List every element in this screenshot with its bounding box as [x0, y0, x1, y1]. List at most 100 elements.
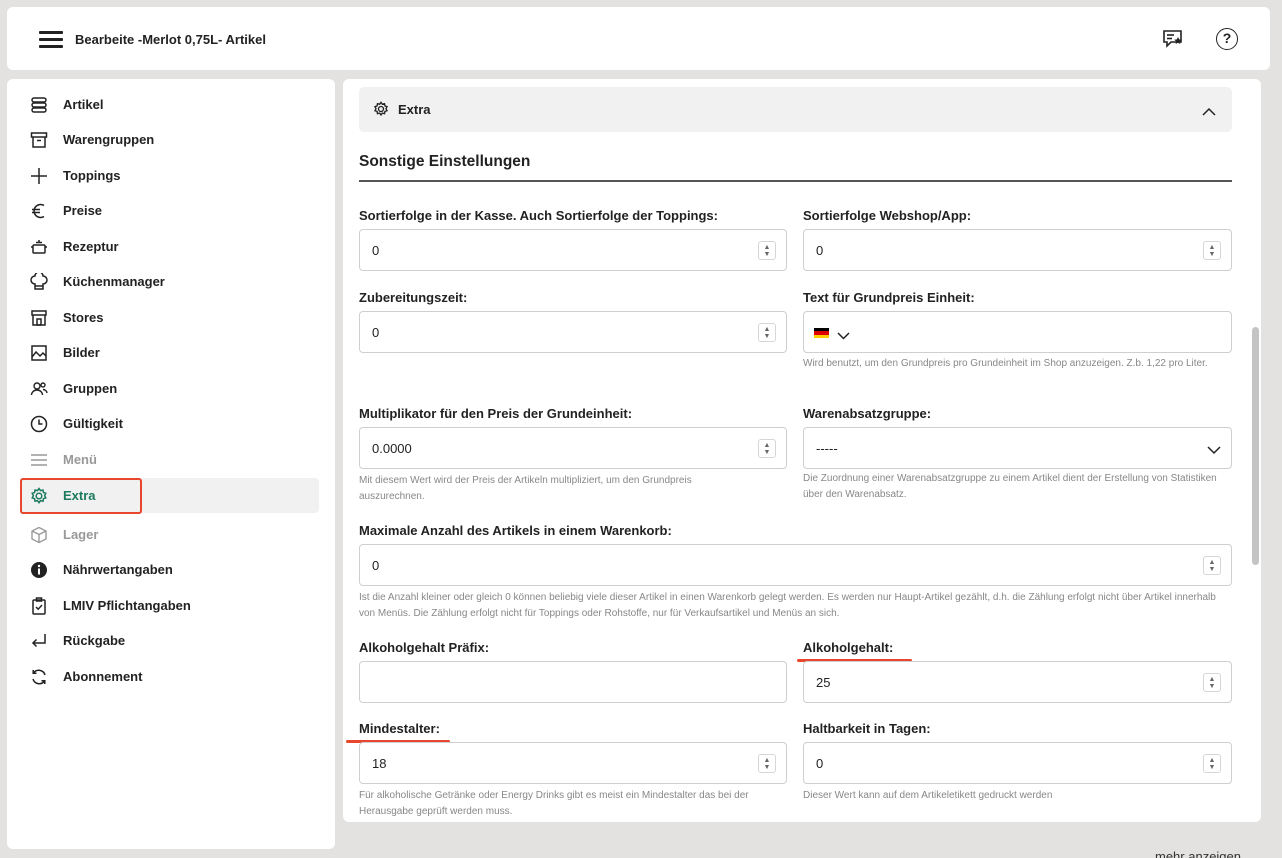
sidebar-item-artikel[interactable]: Artikel [21, 87, 319, 122]
pot-icon [30, 238, 48, 256]
field-label: Sortierfolge in der Kasse. Auch Sortierf… [359, 208, 718, 223]
sidebar-item-rezeptur[interactable]: Rezeptur [21, 229, 319, 264]
sort-pos-input[interactable]: 0 ▲ ▼ [359, 229, 787, 271]
cube-icon [30, 526, 48, 544]
sidebar-item-rueckgabe[interactable]: Rückgabe [21, 623, 319, 658]
stepper-icon[interactable]: ▲ ▼ [758, 439, 776, 458]
sidebar-item-label: Küchenmanager [63, 274, 165, 289]
feedback-icon[interactable] [1162, 28, 1184, 50]
chevron-up-icon[interactable] [1202, 104, 1216, 122]
alcohol-input[interactable]: 25 ▲ ▼ [803, 661, 1232, 703]
sidebar-item-menue[interactable]: Menü [21, 442, 319, 477]
stepper-icon[interactable]: ▲ ▼ [758, 241, 776, 260]
sidebar-item-label: Rückgabe [63, 633, 126, 648]
gear-icon [373, 101, 389, 122]
stepper-icon[interactable]: ▲ ▼ [758, 754, 776, 773]
field-value: ----- [816, 441, 838, 456]
stack-icon [30, 96, 48, 114]
sidebar-item-label: Stores [63, 310, 104, 325]
field-label: Warenabsatzgruppe: [803, 406, 932, 421]
gear-icon [30, 486, 48, 505]
sidebar-item-extra[interactable]: Extra [21, 478, 319, 513]
sidebar-item-label: Gruppen [63, 381, 118, 396]
field-label: Mindestalter: [359, 721, 440, 736]
sidebar-item-label: Preise [63, 203, 103, 218]
section-header-extra[interactable]: Extra [359, 87, 1232, 132]
prep-time-input[interactable]: 0 ▲ ▼ [359, 311, 787, 353]
sidebar: Artikel Warengruppen Toppings Preise Rez… [7, 79, 335, 849]
euro-icon [30, 202, 48, 220]
divider [359, 180, 1232, 182]
help-text: Mit diesem Wert wird der Preis der Artik… [359, 475, 692, 502]
sidebar-item-label: Lager [63, 527, 99, 542]
store-icon [30, 309, 48, 327]
field-label: Sortierfolge Webshop/App: [803, 208, 972, 223]
field-value: 0 [372, 243, 380, 258]
field-label: Maximale Anzahl des Artikels in einem Wa… [359, 523, 672, 538]
sidebar-item-label: Bilder [63, 345, 100, 360]
sidebar-item-gueltigkeit[interactable]: Gültigkeit [21, 406, 319, 441]
more-link[interactable]: mehr anzeigen [1155, 849, 1241, 858]
box-icon [30, 131, 48, 149]
content-panel: Extra Sonstige Einstellungen Sortierfolg… [343, 79, 1261, 822]
scrollbar[interactable] [1252, 327, 1259, 565]
field-label: Alkoholgehalt: [803, 640, 894, 655]
sidebar-item-label: Rezeptur [63, 239, 119, 254]
stepper-icon[interactable]: ▲ ▼ [1203, 556, 1221, 575]
chevron-down-icon[interactable] [837, 327, 850, 345]
sales-group-select[interactable]: ----- [803, 427, 1232, 469]
image-icon [30, 344, 48, 362]
stepper-icon[interactable]: ▲ ▼ [1203, 754, 1221, 773]
shelf-life-input[interactable]: 0 ▲ ▼ [803, 742, 1232, 784]
help-text: Ist die Anzahl kleiner oder gleich 0 kön… [359, 592, 1216, 619]
refresh-icon [30, 668, 48, 686]
clipboard-icon [30, 596, 48, 615]
field-value: 0 [372, 325, 380, 340]
base-unit-text-input[interactable] [803, 311, 1232, 353]
field-label: Haltbarkeit in Tagen: [803, 721, 931, 736]
return-arrow-icon [30, 632, 48, 650]
alcohol-prefix-input[interactable] [359, 661, 787, 703]
sidebar-item-lager[interactable]: Lager [21, 517, 319, 552]
users-icon [30, 380, 48, 398]
sidebar-item-bilder[interactable]: Bilder [21, 335, 319, 370]
sidebar-item-kuechenmanager[interactable]: Küchenmanager [21, 264, 319, 299]
multiplier-input[interactable]: 0.0000 ▲ ▼ [359, 427, 787, 469]
field-value: 0 [816, 756, 824, 771]
top-bar: Bearbeite -Merlot 0,75L- Artikel ? [7, 7, 1270, 70]
hamburger-menu-icon[interactable] [39, 31, 63, 48]
sidebar-item-warengruppen[interactable]: Warengruppen [21, 122, 319, 157]
field-value: 0.0000 [372, 441, 412, 456]
sidebar-item-label: Artikel [63, 97, 104, 112]
max-cart-input[interactable]: 0 ▲ ▼ [359, 544, 1232, 586]
field-value: 25 [816, 675, 831, 690]
sidebar-item-stores[interactable]: Stores [21, 300, 319, 335]
field-label: Multiplikator für den Preis der Grundein… [359, 406, 633, 421]
menu-icon [30, 451, 48, 469]
stepper-icon[interactable]: ▲ ▼ [758, 323, 776, 342]
sidebar-item-gruppen[interactable]: Gruppen [21, 371, 319, 406]
sidebar-item-lmiv[interactable]: LMIV Pflichtangaben [21, 588, 319, 623]
plus-icon [30, 167, 48, 185]
sidebar-item-abonnement[interactable]: Abonnement [21, 659, 319, 694]
sidebar-item-label: Gültigkeit [63, 416, 123, 431]
german-flag-icon[interactable] [814, 328, 829, 338]
section-title: Extra [398, 102, 431, 117]
subheading: Sonstige Einstellungen [359, 153, 531, 170]
sidebar-item-label: Toppings [63, 168, 121, 183]
sort-shop-input[interactable]: 0 ▲ ▼ [803, 229, 1232, 271]
field-value: 0 [372, 558, 380, 573]
field-value: 0 [816, 243, 824, 258]
sidebar-item-toppings[interactable]: Toppings [21, 158, 319, 193]
page-title: Bearbeite -Merlot 0,75L- Artikel [75, 32, 266, 47]
sidebar-item-preise[interactable]: Preise [21, 193, 319, 228]
min-age-input[interactable]: 18 ▲ ▼ [359, 742, 787, 784]
help-text: Für alkoholische Getränke oder Energy Dr… [359, 790, 749, 817]
help-icon[interactable]: ? [1216, 28, 1238, 50]
sidebar-item-naehrwertangaben[interactable]: Nährwertangaben [21, 552, 319, 587]
field-label: Zubereitungszeit: [359, 290, 468, 305]
field-value: 18 [372, 756, 387, 771]
stepper-icon[interactable]: ▲ ▼ [1203, 673, 1221, 692]
help-text: Die Zuordnung einer Warenabsatzgruppe zu… [803, 473, 1217, 500]
stepper-icon[interactable]: ▲ ▼ [1203, 241, 1221, 260]
